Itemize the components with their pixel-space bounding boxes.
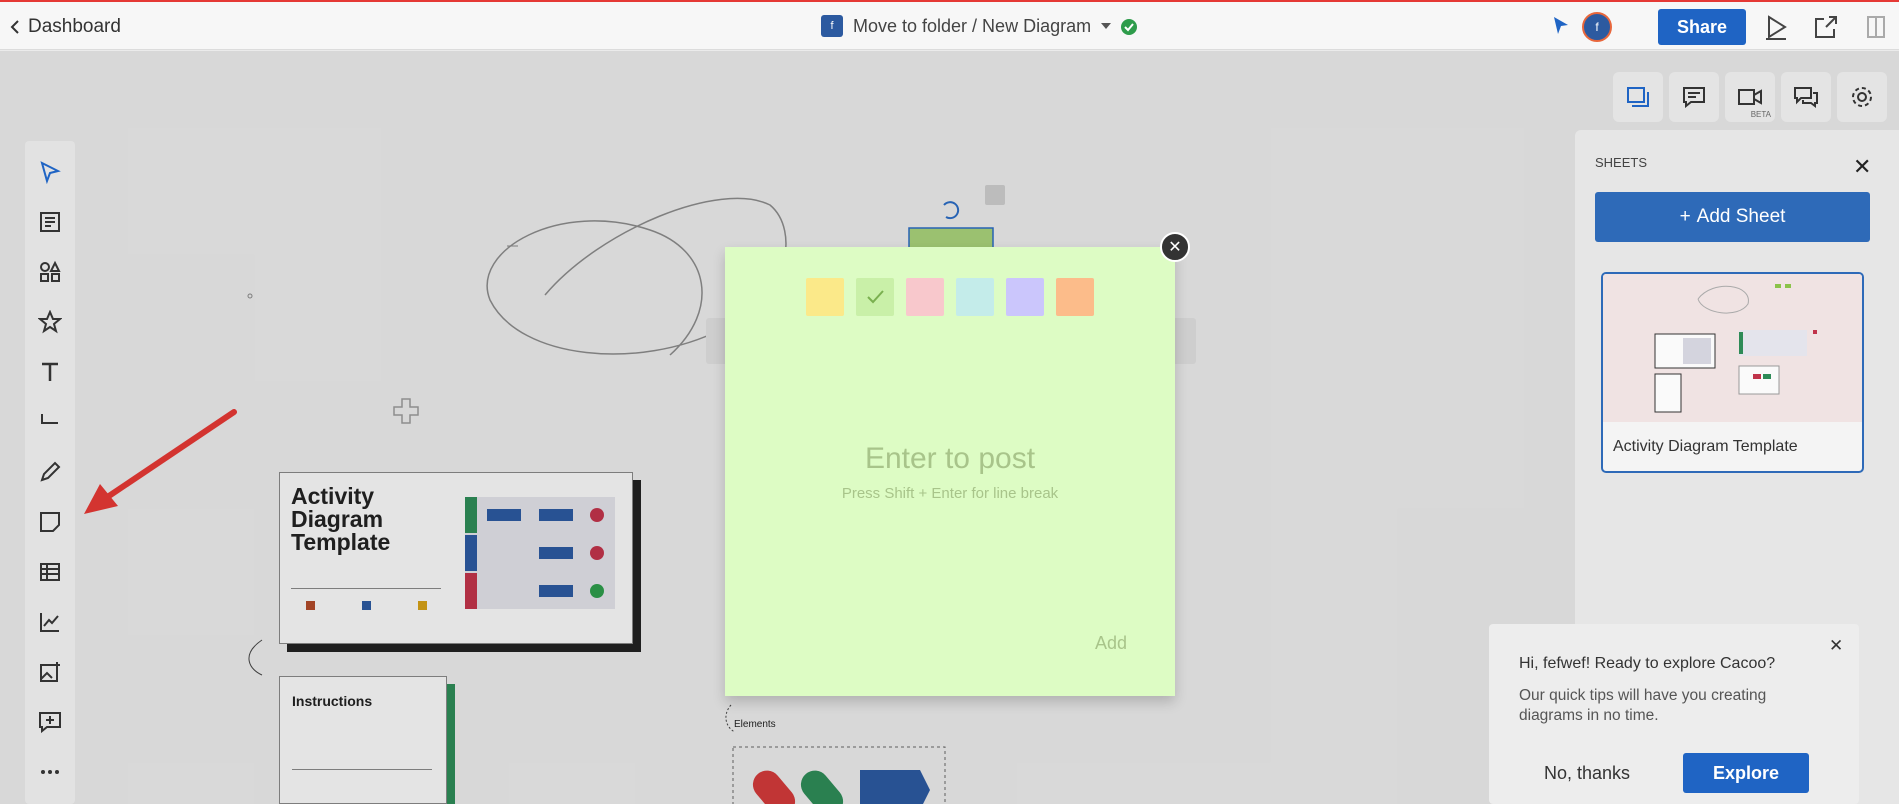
connector-icon[interactable] bbox=[38, 410, 62, 434]
onboarding-tips-popup: ✕ Hi, fefwef! Ready to explore Cacoo? Ou… bbox=[1489, 624, 1859, 804]
color-swatch[interactable] bbox=[956, 278, 994, 316]
sheet-name: Activity Diagram Template bbox=[1613, 438, 1798, 455]
check-icon bbox=[867, 290, 884, 304]
add-sheet-label: Add Sheet bbox=[1696, 206, 1786, 227]
table-icon[interactable] bbox=[38, 560, 62, 584]
comments-button[interactable] bbox=[1669, 72, 1719, 122]
add-sheet-button[interactable]: + Add Sheet bbox=[1595, 192, 1870, 242]
color-swatch[interactable] bbox=[856, 278, 894, 316]
color-swatch[interactable] bbox=[1056, 278, 1094, 316]
plus-icon: + bbox=[1679, 206, 1691, 227]
pen-icon[interactable] bbox=[38, 460, 62, 484]
close-sticky-button[interactable]: ✕ bbox=[1160, 232, 1190, 262]
add-button[interactable]: Add bbox=[1095, 633, 1127, 654]
settings-button[interactable] bbox=[1837, 72, 1887, 122]
text-icon[interactable] bbox=[38, 360, 62, 384]
video-call-button[interactable]: BETA bbox=[1725, 72, 1775, 122]
add-comment-icon[interactable] bbox=[38, 710, 62, 734]
sticky-note-editor[interactable]: Enter to post Press Shift + Enter for li… bbox=[725, 247, 1175, 696]
color-swatch[interactable] bbox=[906, 278, 944, 316]
color-swatches bbox=[806, 278, 1094, 316]
chat-icon bbox=[1794, 87, 1818, 108]
no-thanks-button[interactable]: No, thanks bbox=[1544, 763, 1630, 784]
chart-icon[interactable] bbox=[38, 610, 62, 634]
more-icon[interactable] bbox=[38, 760, 62, 784]
template-icon[interactable] bbox=[38, 210, 62, 234]
gear-icon bbox=[1852, 87, 1872, 107]
tips-body: Our quick tips will have you creating di… bbox=[1519, 687, 1767, 724]
sheet-item[interactable]: Activity Diagram Template bbox=[1601, 272, 1864, 473]
close-sheets-icon[interactable]: ✕ bbox=[1853, 154, 1871, 180]
sticky-placeholder[interactable]: Enter to post bbox=[725, 442, 1175, 476]
tips-title: Hi, fefwef! Ready to explore Cacoo? bbox=[1519, 655, 1776, 672]
explore-button[interactable]: Explore bbox=[1683, 753, 1809, 793]
beta-badge: BETA bbox=[1750, 110, 1771, 119]
video-icon bbox=[1738, 89, 1762, 105]
shapes-icon[interactable] bbox=[38, 260, 62, 284]
sheets-icon bbox=[1627, 87, 1649, 107]
sheets-label: SHEETS bbox=[1595, 155, 1648, 170]
select-pointer-icon[interactable] bbox=[38, 160, 62, 184]
sticky-hint: Press Shift + Enter for line break bbox=[841, 485, 1059, 502]
thumbnail-preview bbox=[1654, 284, 1817, 413]
sheets-panel-button[interactable] bbox=[1613, 72, 1663, 122]
chat-button[interactable] bbox=[1781, 72, 1831, 122]
color-swatch[interactable] bbox=[806, 278, 844, 316]
star-icon[interactable] bbox=[38, 310, 62, 334]
close-tips-icon[interactable]: ✕ bbox=[1829, 636, 1843, 656]
comment-icon bbox=[1683, 87, 1705, 108]
sticky-note-icon[interactable] bbox=[38, 510, 62, 534]
close-icon: ✕ bbox=[1168, 239, 1182, 256]
left-toolbar bbox=[25, 141, 75, 804]
sheet-thumbnail bbox=[1603, 274, 1862, 422]
image-icon[interactable] bbox=[38, 660, 62, 684]
color-swatch[interactable] bbox=[1006, 278, 1044, 316]
